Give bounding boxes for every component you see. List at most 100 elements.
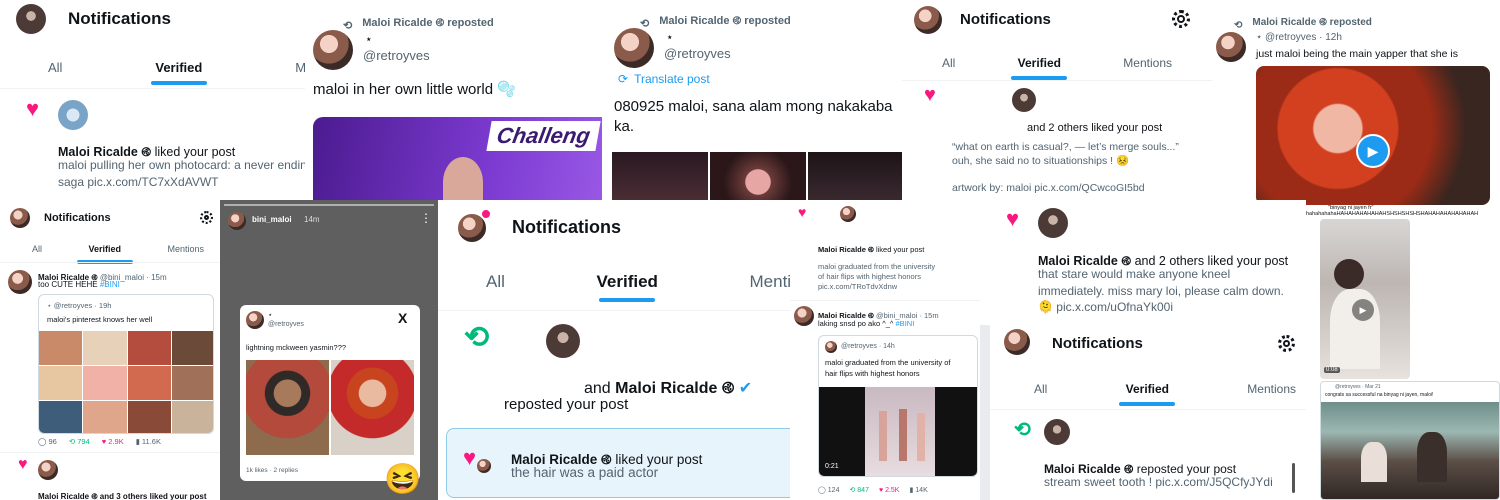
author-avatar[interactable]	[313, 30, 353, 70]
tab-all[interactable]: All	[48, 60, 62, 75]
post-text: stream sweet tooth ! pic.x.com/J5QCfyJYd…	[1044, 475, 1273, 489]
heart-icon: ♥	[924, 84, 936, 106]
post-actions: ◯ 96 ⟲ 794 ♥ 2.9K ▮ 11.6K	[38, 437, 214, 446]
notifications-panel-4: Notifications All Verified Mentions ♥ an…	[902, 0, 1212, 200]
author-handle[interactable]: @retroyves	[664, 46, 731, 61]
repost-count[interactable]: ⟲ 847	[849, 486, 869, 494]
tab-mentions[interactable]: Mentions	[295, 60, 305, 75]
quote-card[interactable]: ⋆ @retroyves · 19h maloi's pinterest kno…	[38, 294, 214, 434]
author-name[interactable]: ⋆	[666, 30, 674, 44]
hashtag-link[interactable]: #BINI	[100, 280, 120, 289]
like-count[interactable]: ♥ 2.5K	[879, 487, 900, 494]
card-name: ⋆	[268, 312, 273, 319]
quote-text: maloi's pinterest knows her well	[47, 315, 153, 324]
author-avatar[interactable]	[794, 306, 814, 326]
repost-icon: ⟲	[464, 321, 490, 354]
hashtag-link[interactable]: #BINI	[896, 319, 915, 328]
author-avatar[interactable]	[1216, 32, 1246, 62]
notification-action: liked your post	[875, 245, 925, 254]
user-avatar[interactable]	[840, 206, 856, 222]
play-icon[interactable]: ▶	[1352, 299, 1374, 321]
post-media[interactable]	[612, 152, 902, 200]
tab-mentions[interactable]: Mentions	[167, 244, 204, 254]
post-text-line3: artwork by: maloi pic.x.com/QCwcoGI5bd	[952, 182, 1145, 194]
post-text-line2: saga pic.x.com/TC7xXdAVWT	[58, 175, 219, 189]
profile-avatar[interactable]	[914, 6, 942, 34]
author-handle[interactable]: @retroyves	[363, 48, 430, 63]
user-name[interactable]: Maloi Ricalde ࿋	[818, 245, 874, 254]
quote-image	[1321, 402, 1499, 499]
quote-card[interactable]: @retroyves · Mar 21 congrats sa successf…	[1320, 381, 1500, 500]
play-icon[interactable]: ▶	[1356, 134, 1390, 168]
card-text: the hair was a paid actor	[511, 465, 659, 480]
tab-verified[interactable]: Verified	[1126, 382, 1169, 396]
post-text: 080925 maloi, sana alam mong nakakaba	[614, 98, 893, 115]
profile-avatar[interactable]	[10, 208, 30, 228]
heart-icon: ♥	[18, 456, 28, 473]
shared-post-card[interactable]: ⋆ @retroyves X lightning mckween yasmin?…	[240, 305, 420, 481]
story-time: 14m	[304, 215, 320, 224]
post-image[interactable]: Challeng	[313, 117, 602, 200]
user-name[interactable]: Maloi Ricalde ࿋	[58, 145, 151, 159]
user-avatar[interactable]	[1012, 88, 1036, 112]
view-count[interactable]: ▮ 14K	[909, 486, 927, 494]
repost-panel-5: ⟲ Maloi Ricalde ࿋ reposted ⋆ @retroyves …	[1212, 0, 1500, 205]
post-text-line2: of hair flips with highest honors	[818, 272, 921, 281]
user-avatar[interactable]	[1044, 419, 1070, 445]
video-time: 0:21	[825, 463, 839, 470]
user-avatar[interactable]	[546, 324, 580, 358]
author-avatar[interactable]	[8, 270, 32, 294]
user-name[interactable]: Maloi Ricalde ࿋	[615, 380, 734, 397]
repost-count[interactable]: ⟲ 794	[69, 437, 90, 446]
profile-avatar[interactable]	[1004, 329, 1030, 355]
tab-all[interactable]: All	[486, 272, 505, 292]
video-time: 0:08	[1324, 367, 1340, 373]
tab-verified[interactable]: Verified	[1018, 56, 1061, 70]
story-user[interactable]: bini_maloi	[252, 215, 292, 224]
author-avatar[interactable]	[614, 28, 654, 68]
tab-verified[interactable]: Verified	[88, 244, 121, 254]
view-count[interactable]: ▮ 11.6K	[136, 437, 161, 446]
tab-mentions[interactable]: Mentions	[1247, 382, 1296, 396]
reply-count[interactable]: ◯ 96	[38, 437, 57, 446]
notification-action: liked your post	[154, 145, 236, 159]
user-name[interactable]: Maloi Ricalde ࿋	[1038, 254, 1131, 268]
video-thumbnail[interactable]: ▶ 0:08	[1320, 219, 1410, 379]
globe-icon: ⟳	[618, 72, 629, 86]
tab-all[interactable]: All	[1034, 382, 1047, 396]
post-video[interactable]: ▶	[1256, 66, 1490, 205]
tab-mentions[interactable]: Mentions	[1123, 56, 1172, 70]
post-text: “what on earth is casual?, — let’s merge…	[952, 141, 1179, 153]
post-text: too CUTE HEHE	[38, 280, 98, 289]
quote-video[interactable]: 0:21	[819, 387, 977, 476]
tab-all[interactable]: All	[942, 56, 955, 70]
settings-gear-icon[interactable]	[1172, 10, 1190, 28]
settings-gear-icon[interactable]	[1278, 335, 1295, 352]
tab-verified[interactable]: Verified	[155, 60, 202, 75]
user-avatar[interactable]	[38, 460, 58, 480]
author-name[interactable]: ⋆	[365, 32, 373, 46]
quote-card[interactable]: @retroyves · 14h maloi graduated from th…	[818, 335, 978, 477]
story-user-avatar[interactable]	[228, 212, 246, 230]
liked-post-card[interactable]: ♥ Maloi Ricalde ࿋ liked your post the ha…	[446, 428, 806, 498]
media-panel-12: "binyag ni jayen fr" hahahahahaHAHAHAHAH…	[1306, 205, 1500, 500]
post-actions: ◯ 124 ⟲ 847 ♥ 2.5K ▮ 14K	[818, 486, 928, 495]
user-avatar[interactable]	[58, 100, 88, 130]
post-text: maloi in her own little world 🫧	[313, 81, 516, 98]
user-name[interactable]: Maloi Ricalde ࿋	[1044, 462, 1133, 476]
profile-avatar[interactable]	[16, 4, 46, 34]
post-text: maloi pulling her own photocard: a never…	[58, 158, 305, 172]
reply-count[interactable]: ◯ 124	[818, 486, 839, 494]
translate-link[interactable]: Translate post	[634, 72, 710, 86]
user-avatar[interactable]	[1038, 208, 1068, 238]
tab-all[interactable]: All	[32, 244, 42, 254]
more-icon[interactable]: ⋮	[420, 211, 432, 225]
quote-text: congrats sa successful na binyag ni jaye…	[1325, 392, 1434, 398]
card-text: lightning mckween yasmin???	[246, 343, 347, 352]
quote-avatar	[825, 341, 837, 353]
tab-verified[interactable]: Verified	[597, 272, 658, 292]
settings-gear-icon[interactable]	[200, 211, 213, 224]
like-count[interactable]: ♥ 2.9K	[102, 437, 124, 446]
verified-badge-icon: ✔	[738, 380, 753, 397]
notifications-panel-10: 10m ♥ Maloi Ricalde ࿋ and 2 others liked…	[980, 200, 1306, 325]
